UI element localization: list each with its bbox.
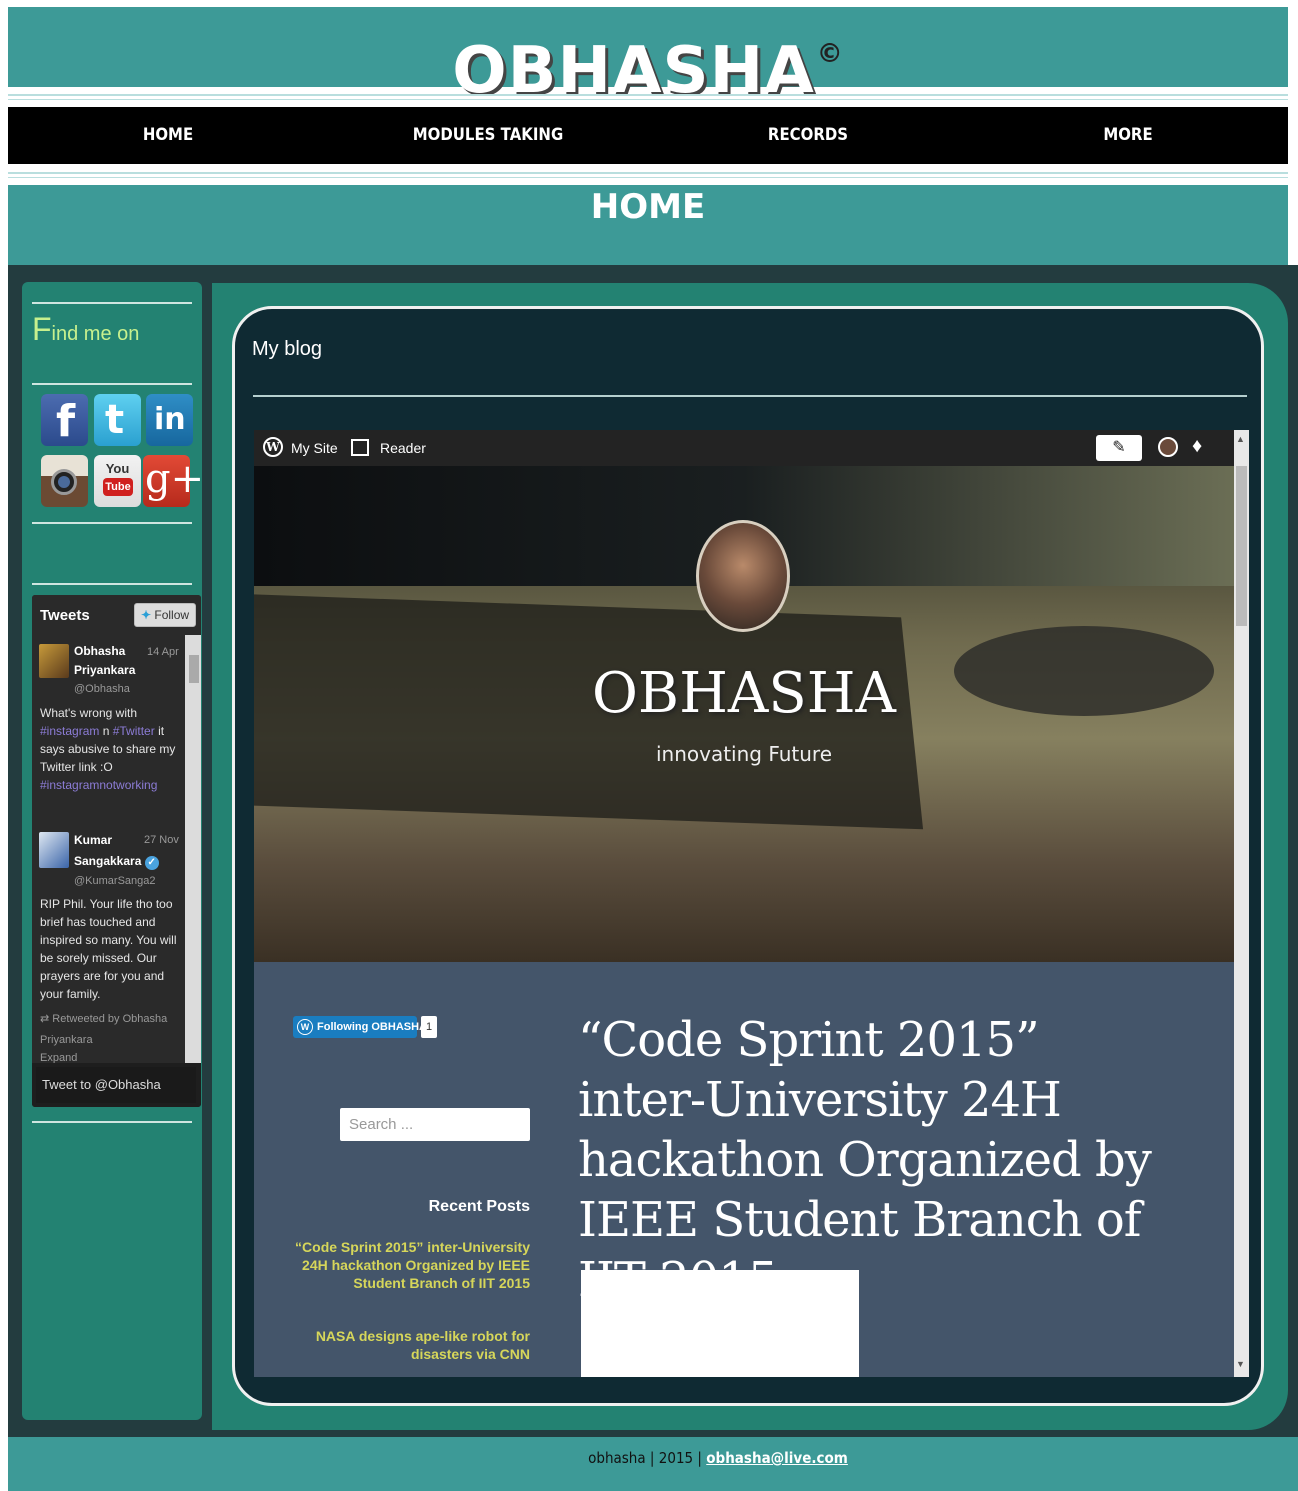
- tweet-handle[interactable]: @Obhasha: [74, 683, 130, 695]
- find-me-heading: Find me on: [32, 311, 140, 347]
- tweet-text: RIP Phil. Your life tho too brief has to…: [40, 897, 177, 1001]
- youtube-icon[interactable]: You Tube: [94, 455, 141, 507]
- tweet-author-name[interactable]: Obhasha Priyankara: [74, 642, 135, 680]
- nav-modules-taking[interactable]: MODULES TAKING: [347, 107, 629, 164]
- sidebar-divider: [32, 583, 192, 585]
- blog-avatar[interactable]: [696, 520, 790, 632]
- scroll-down-arrow-icon[interactable]: ▼: [1236, 1359, 1245, 1369]
- write-post-icon[interactable]: ✎: [1096, 435, 1142, 461]
- recent-post-link[interactable]: “Code Sprint 2015” inter-University 24H …: [290, 1238, 530, 1292]
- linkedin-icon[interactable]: in: [146, 394, 193, 446]
- blog-header-image: OBHASHA innovating Future: [254, 466, 1234, 962]
- twitter-timeline-widget: Tweets ✦ Follow Obhasha Priyankara 14 Apr…: [32, 595, 201, 1107]
- tweet-date[interactable]: 27 Nov: [144, 834, 179, 846]
- sidebar-divider: [32, 302, 192, 304]
- following-count: 1: [421, 1016, 437, 1038]
- my-site-link[interactable]: My Site: [291, 440, 338, 456]
- instagram-icon[interactable]: [41, 455, 88, 507]
- blog-search-input[interactable]: Search ...: [340, 1108, 530, 1141]
- header-divider-thin: [8, 99, 1288, 100]
- blog-site-title[interactable]: OBHASHA: [254, 660, 1234, 728]
- reader-link[interactable]: Reader: [380, 440, 426, 456]
- wordpress-toolbar: W My Site Reader ✎ ♦: [254, 430, 1234, 466]
- wordpress-icon[interactable]: W: [263, 437, 283, 457]
- reader-icon[interactable]: [351, 439, 369, 456]
- avatar[interactable]: [39, 832, 69, 868]
- nav-more[interactable]: MORE: [987, 107, 1269, 164]
- footer-email-link[interactable]: obhasha@live.com: [706, 1449, 848, 1467]
- wordpress-icon: W: [297, 1019, 313, 1035]
- blog-divider: [253, 395, 1247, 397]
- brand-logo[interactable]: OBHASHA©: [8, 19, 1288, 106]
- scroll-up-arrow-icon[interactable]: ▲: [1236, 434, 1245, 444]
- blog-scrollbar-thumb[interactable]: [1236, 466, 1247, 626]
- header-divider: [8, 94, 1288, 96]
- page-title: HOME: [590, 187, 706, 227]
- footer-text: obhasha | 2015 | obhasha@live.com: [588, 1449, 848, 1467]
- twitter-scrollbar-thumb[interactable]: [189, 655, 199, 683]
- tweet-date[interactable]: 14 Apr: [147, 646, 179, 658]
- site-header: OBHASHA©: [8, 7, 1288, 106]
- verified-icon: ✓: [144, 856, 159, 870]
- hashtag-link[interactable]: #instagramnotworking: [40, 778, 157, 792]
- nav-records[interactable]: RECORDS: [667, 107, 949, 164]
- profile-avatar-icon[interactable]: [1158, 437, 1178, 457]
- tweet-handle[interactable]: @KumarSanga2: [74, 875, 156, 887]
- retweet-icon: ⇄: [40, 1013, 53, 1025]
- tweet-compose-box[interactable]: Tweet to @Obhasha: [36, 1067, 196, 1103]
- post-image-placeholder: [581, 1270, 859, 1377]
- facebook-icon[interactable]: f: [41, 394, 88, 446]
- avatar[interactable]: [39, 644, 69, 678]
- following-button[interactable]: W Following OBHASHA: [293, 1016, 427, 1038]
- main-nav: HOME MODULES TAKING RECORDS MORE: [8, 107, 1288, 164]
- hashtag-link[interactable]: #instagram: [40, 724, 99, 738]
- recent-posts-heading: Recent Posts: [428, 1198, 530, 1215]
- blog-label: My blog: [252, 338, 323, 360]
- nav-divider: [8, 172, 1288, 174]
- notifications-icon[interactable]: ♦: [1192, 435, 1202, 458]
- recent-post-link[interactable]: NASA designs ape-like robot for disaster…: [290, 1327, 530, 1363]
- nav-home[interactable]: HOME: [27, 107, 309, 164]
- bird-icon: ✦: [140, 608, 152, 622]
- twitter-icon[interactable]: t: [94, 394, 141, 446]
- google-plus-icon[interactable]: g+: [143, 455, 204, 507]
- hashtag-link[interactable]: #Twitter: [113, 724, 155, 738]
- tweet-retweet-info: ⇄ Retweeted by Obhasha Priyankara: [40, 1013, 168, 1046]
- sidebar-divider: [32, 1121, 192, 1123]
- twitter-scrollbar[interactable]: [185, 635, 201, 1063]
- nav-divider-thin: [8, 177, 1288, 178]
- twitter-widget-title: Tweets: [40, 607, 90, 624]
- twitter-follow-button[interactable]: ✦ Follow: [134, 603, 196, 627]
- blog-tagline: innovating Future: [655, 742, 833, 766]
- sidebar-divider: [32, 383, 192, 385]
- tweet-text: What's wrong with #instagram n #Twitter …: [40, 706, 176, 792]
- sidebar-divider: [32, 522, 192, 524]
- post-title[interactable]: “Code Sprint 2015” inter-University 24H …: [578, 1010, 1178, 1310]
